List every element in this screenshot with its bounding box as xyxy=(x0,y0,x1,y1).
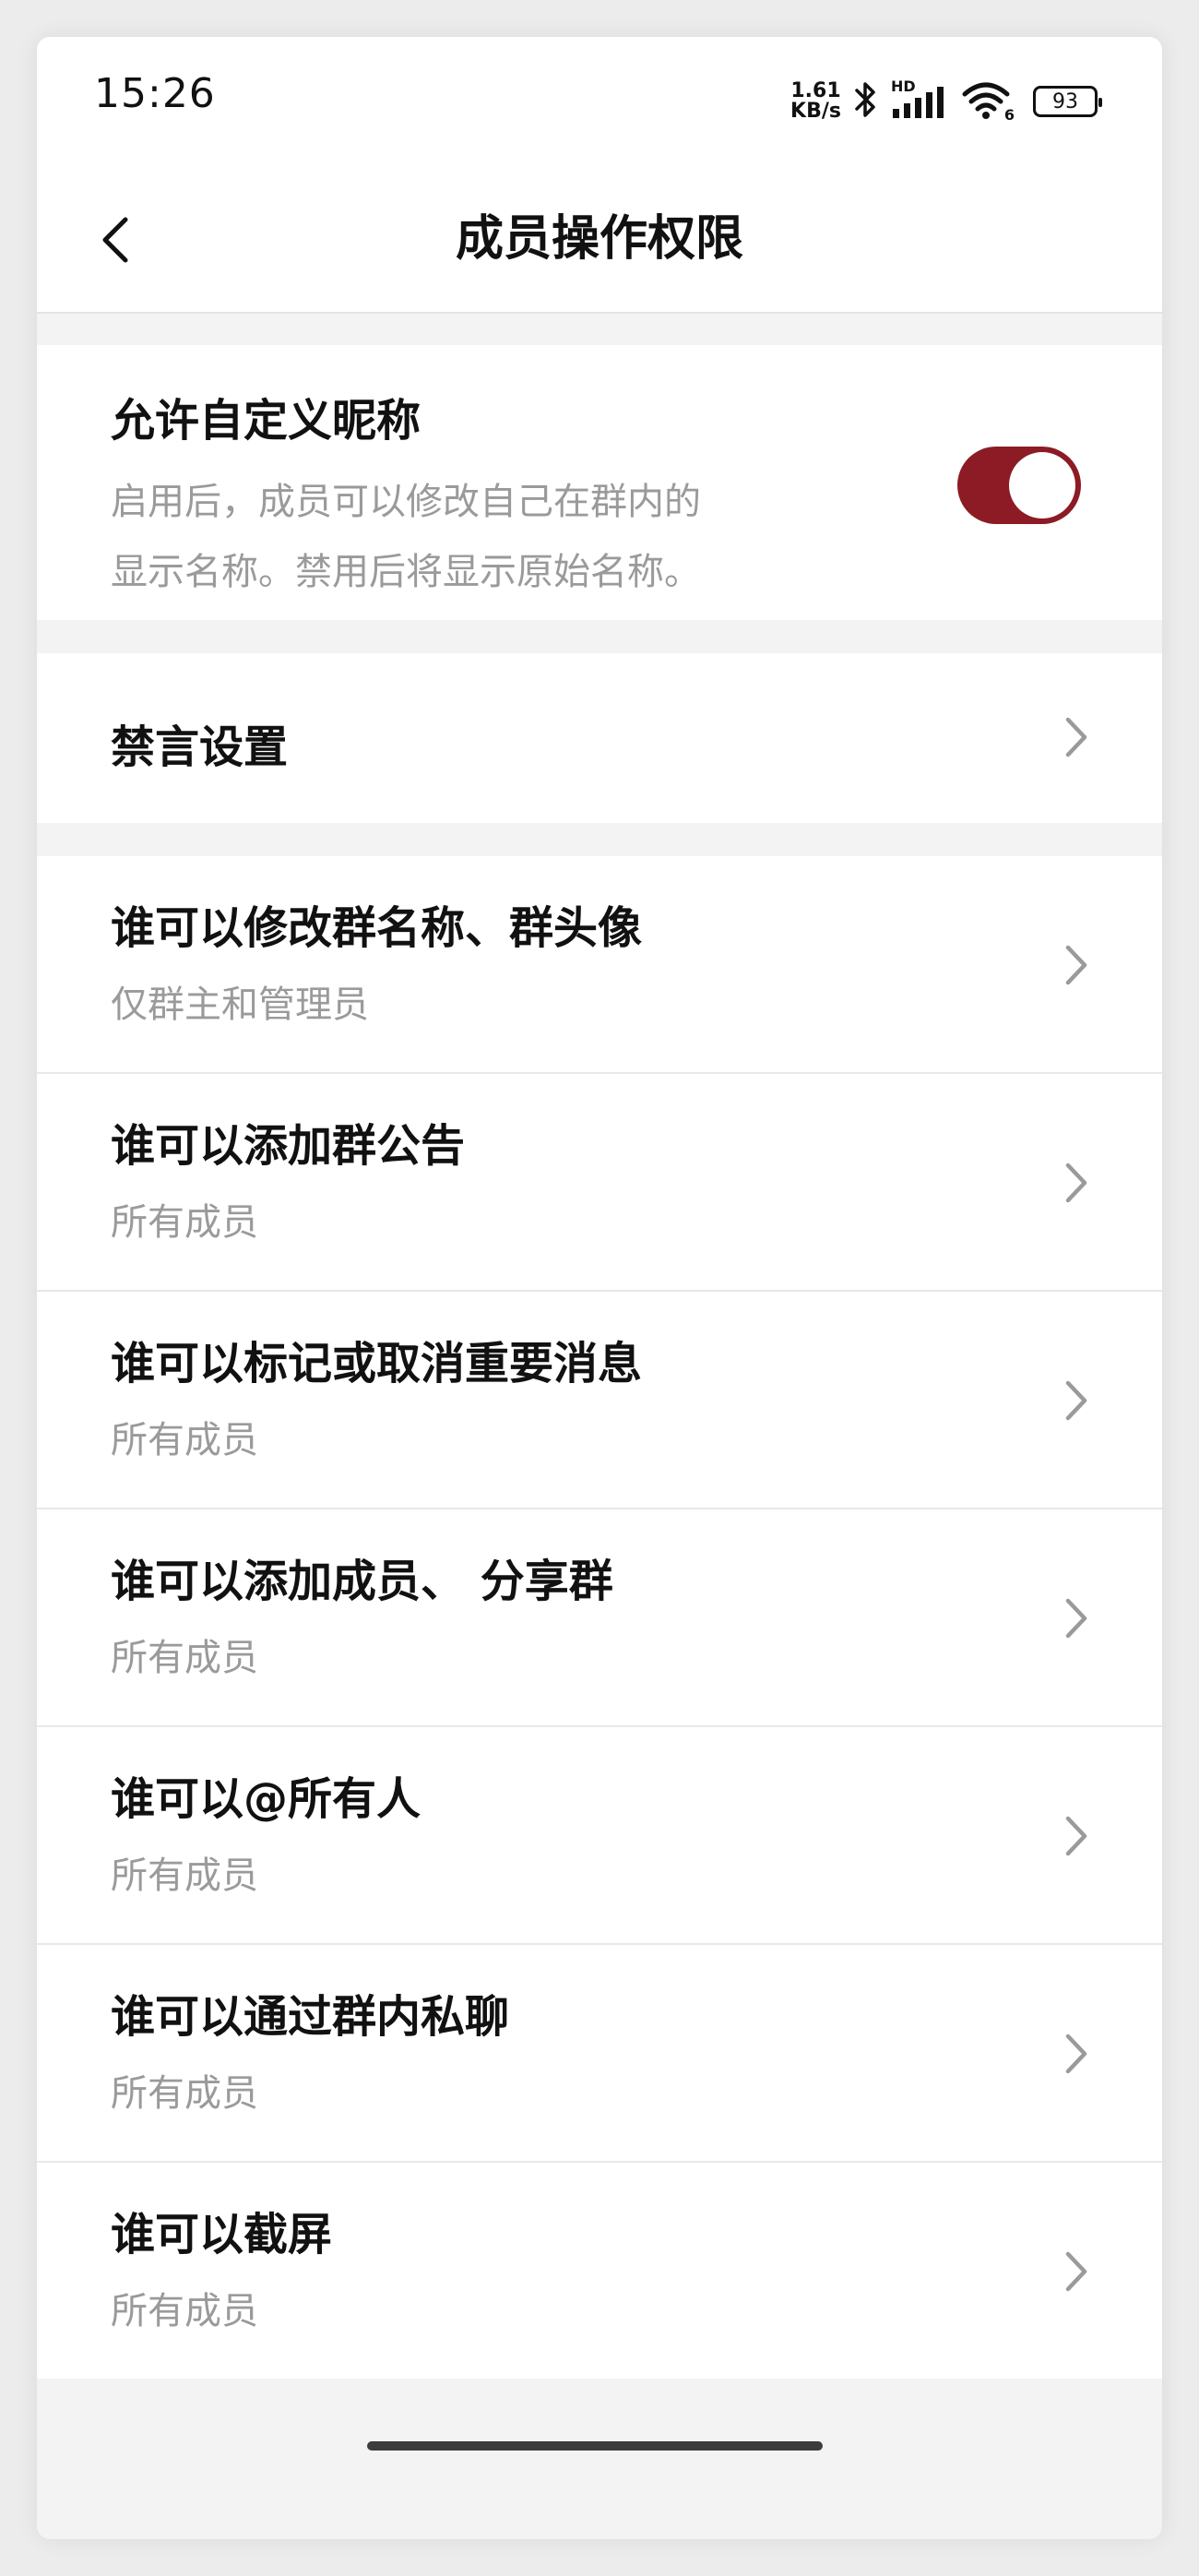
permission-row[interactable]: 谁可以添加成员、 分享群 所有成员 xyxy=(37,1509,1162,1727)
wifi-badge: 6 xyxy=(1003,106,1015,124)
back-button[interactable] xyxy=(92,214,144,266)
chevron-right-icon xyxy=(1065,1598,1087,1639)
nickname-setting-row: 允许自定义昵称 启用后，成员可以修改自己在群内的 显示名称。禁用后将显示原始名称… xyxy=(37,345,1162,620)
network-speed: 1.61 KB/s xyxy=(790,81,841,122)
permission-title: 谁可以标记或取消重要消息 xyxy=(111,1338,643,1389)
nickname-toggle[interactable] xyxy=(957,447,1081,524)
permission-value: 所有成员 xyxy=(111,1419,258,1461)
chevron-right-icon xyxy=(1065,1163,1087,1203)
permission-title: 谁可以添加群公告 xyxy=(111,1120,466,1172)
description-line-2: 显示名称。禁用后将显示原始名称。 xyxy=(111,551,701,593)
chevron-right-icon xyxy=(1065,945,1087,985)
permission-value: 所有成员 xyxy=(111,2290,258,2332)
mute-setting-row[interactable]: 禁言设置 xyxy=(37,653,1162,823)
nickname-setting-description: 启用后，成员可以修改自己在群内的 显示名称。禁用后将显示原始名称。 xyxy=(111,467,867,607)
chevron-left-icon xyxy=(102,217,128,263)
nickname-setting-title: 允许自定义昵称 xyxy=(111,395,421,447)
nav-header: 成员操作权限 xyxy=(37,166,1162,314)
battery-icon: 93 xyxy=(1033,86,1102,117)
permission-row[interactable]: 谁可以修改群名称、群头像 仅群主和管理员 xyxy=(37,856,1162,1074)
permission-row[interactable]: 谁可以添加群公告 所有成员 xyxy=(37,1074,1162,1292)
description-line-1: 启用后，成员可以修改自己在群内的 xyxy=(111,481,701,523)
chevron-right-icon xyxy=(1065,717,1087,757)
permission-value: 仅群主和管理员 xyxy=(111,984,369,1026)
permission-title: 谁可以@所有人 xyxy=(111,1773,421,1825)
permission-value: 所有成员 xyxy=(111,1637,258,1679)
nickname-card: 允许自定义昵称 启用后，成员可以修改自己在群内的 显示名称。禁用后将显示原始名称… xyxy=(37,345,1162,620)
toggle-knob xyxy=(1009,452,1075,519)
status-time: 15:26 xyxy=(94,70,216,117)
phone-screen: 15:26 1.61 KB/s HD 6 93 成员操作权限 允许自定义昵称 启… xyxy=(37,37,1162,2539)
permission-row[interactable]: 谁可以截屏 所有成员 xyxy=(37,2163,1162,2379)
chevron-right-icon xyxy=(1065,2033,1087,2074)
bluetooth-icon xyxy=(854,79,878,124)
permission-row[interactable]: 谁可以标记或取消重要消息 所有成员 xyxy=(37,1292,1162,1509)
battery-level: 93 xyxy=(1052,89,1078,113)
chevron-right-icon xyxy=(1065,2251,1087,2292)
permission-title: 谁可以通过群内私聊 xyxy=(111,1991,510,2043)
permission-value: 所有成员 xyxy=(111,1854,258,1897)
permission-row[interactable]: 谁可以通过群内私聊 所有成员 xyxy=(37,1945,1162,2163)
mute-card: 禁言设置 xyxy=(37,653,1162,823)
permission-title: 谁可以修改群名称、群头像 xyxy=(111,902,643,954)
permission-value: 所有成员 xyxy=(111,1201,258,1244)
status-icons: 1.61 KB/s HD 6 93 xyxy=(790,74,1102,129)
wifi-icon: 6 xyxy=(961,81,1015,124)
page-title: 成员操作权限 xyxy=(455,211,743,267)
home-indicator[interactable] xyxy=(367,2441,823,2451)
network-speed-unit: KB/s xyxy=(790,100,841,123)
permission-title: 谁可以截屏 xyxy=(111,2209,333,2260)
cellular-signal-icon: HD xyxy=(891,78,948,122)
mute-setting-title: 禁言设置 xyxy=(111,722,289,773)
permission-value: 所有成员 xyxy=(111,2072,258,2115)
chevron-right-icon xyxy=(1065,1816,1087,1856)
network-speed-value: 1.61 xyxy=(790,79,841,102)
permission-row[interactable]: 谁可以@所有人 所有成员 xyxy=(37,1727,1162,1945)
chevron-right-icon xyxy=(1065,1380,1087,1421)
permissions-card: 谁可以修改群名称、群头像 仅群主和管理员 谁可以添加群公告 所有成员 谁可以标记… xyxy=(37,856,1162,2379)
permission-title: 谁可以添加成员、 分享群 xyxy=(111,1556,613,1607)
status-bar: 15:26 1.61 KB/s HD 6 93 xyxy=(37,37,1162,166)
